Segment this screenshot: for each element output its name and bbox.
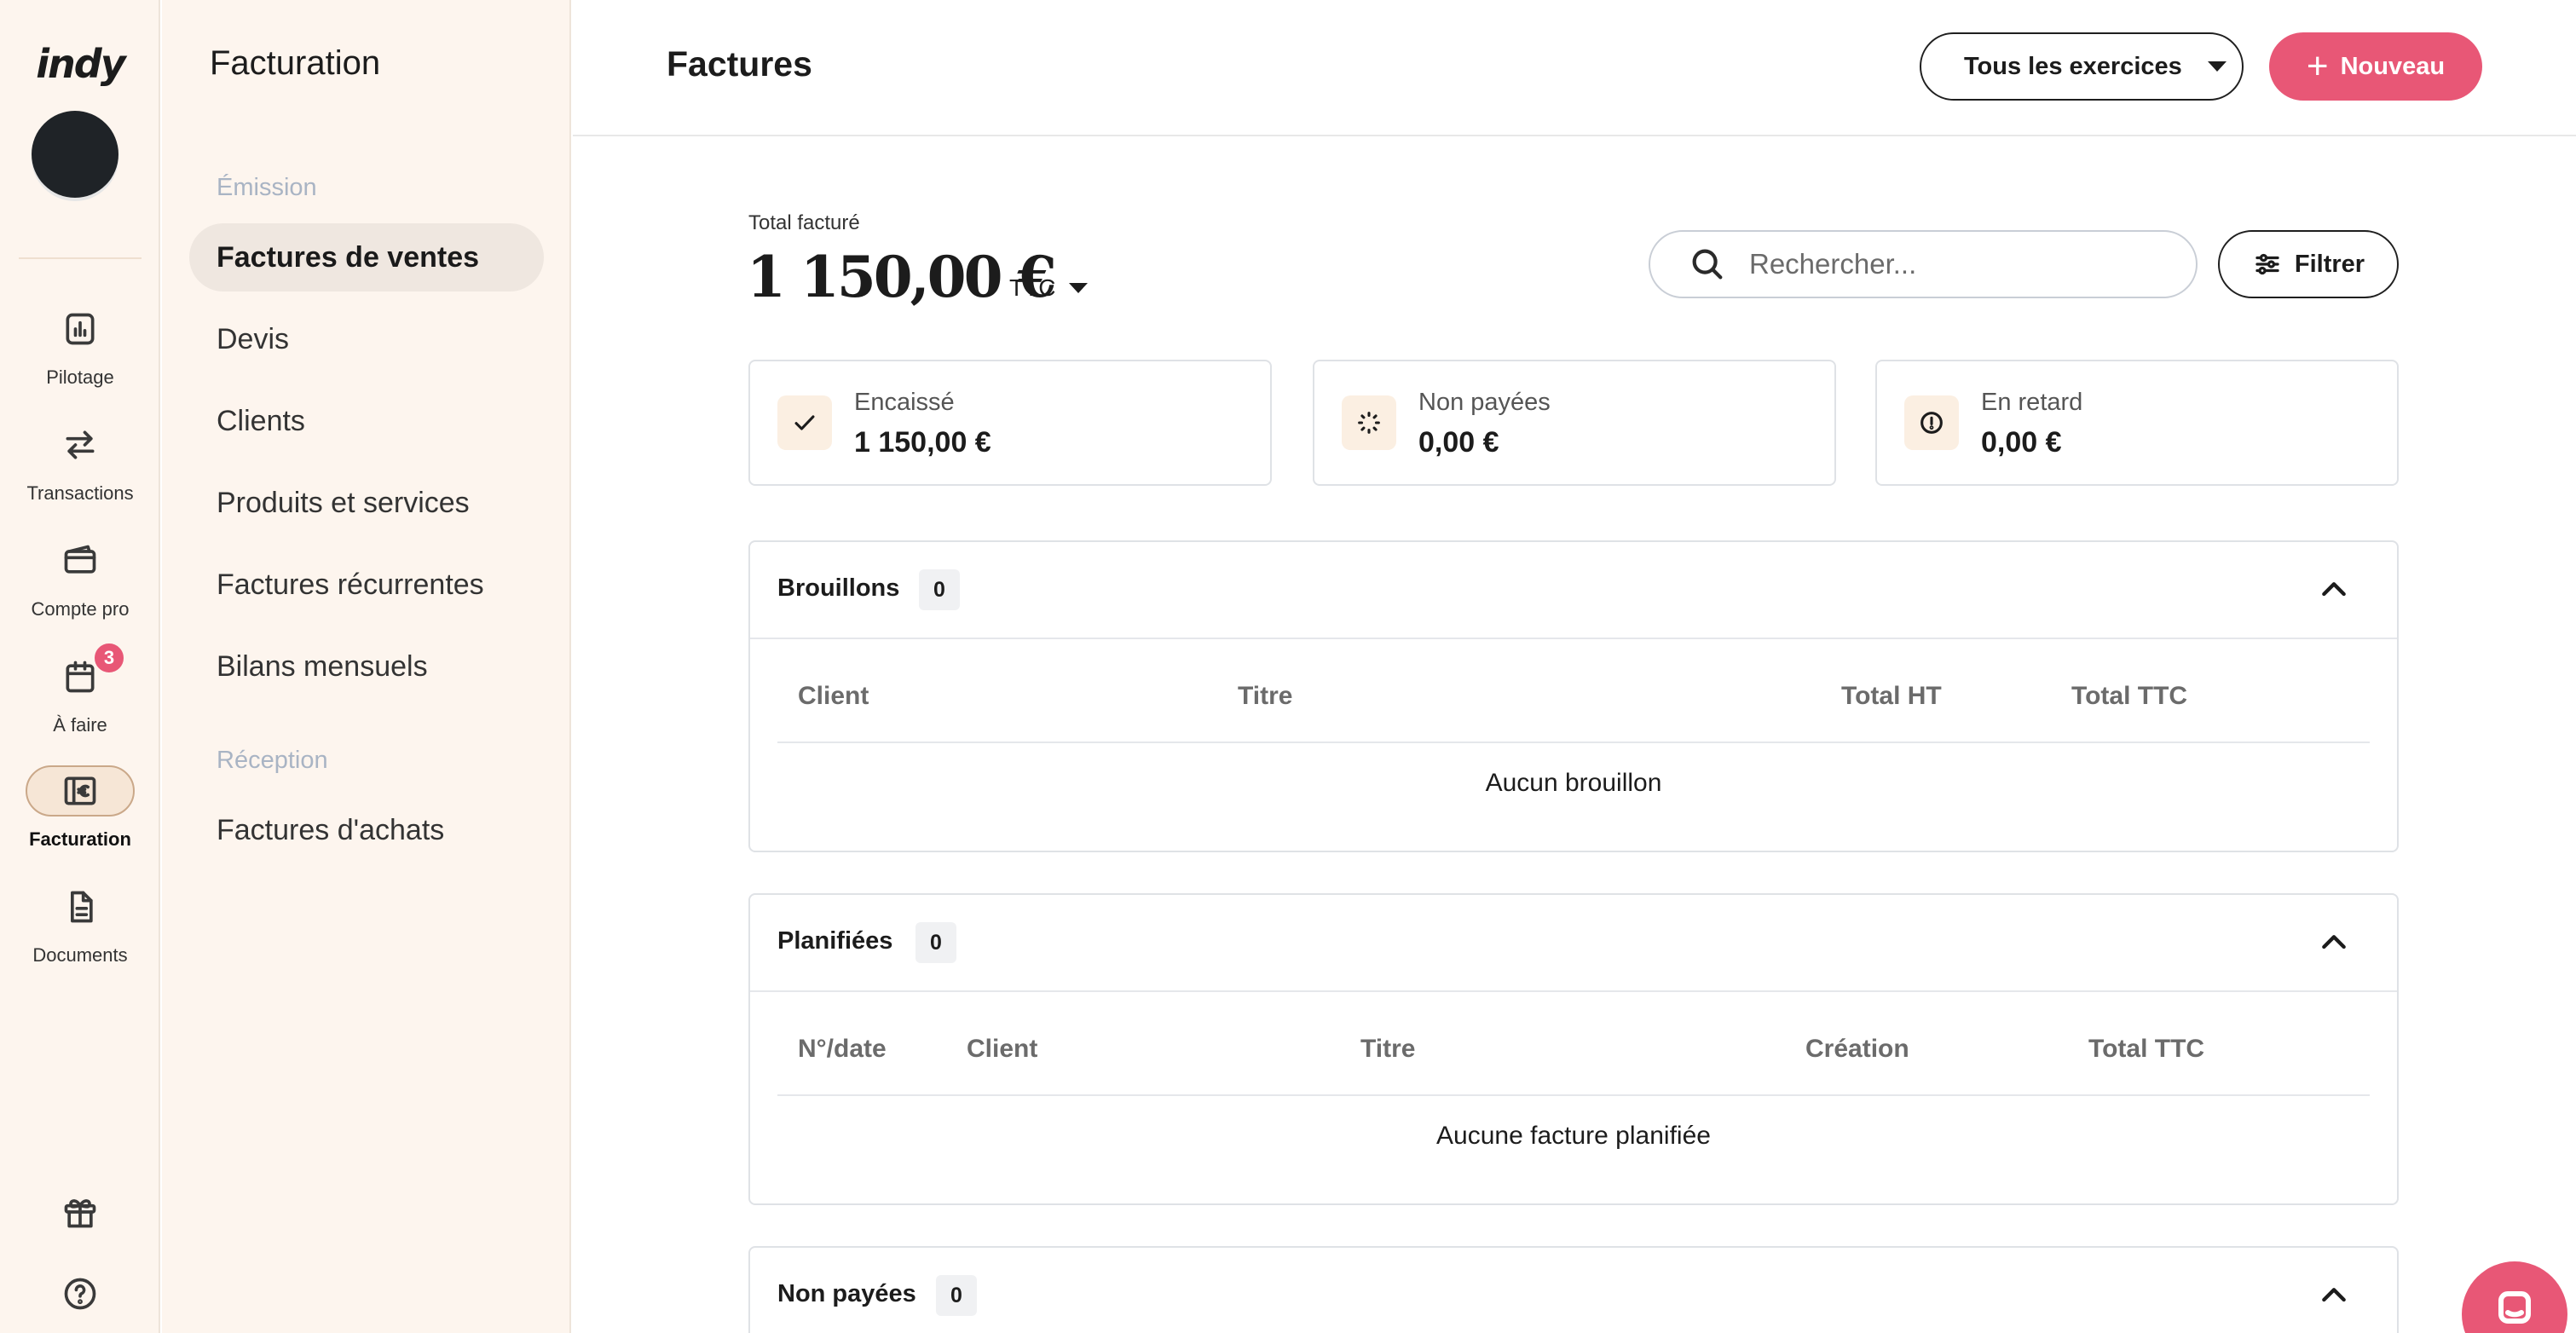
subnav-item-factures-recurrentes[interactable]: Factures récurrentes — [189, 551, 544, 619]
todo-badge: 3 — [92, 641, 126, 675]
nav-label: Transactions — [26, 482, 134, 504]
chart-icon — [26, 303, 135, 355]
topbar: Factures Tous les exercices + Nouveau — [573, 0, 2576, 136]
count-badge: 0 — [936, 1275, 977, 1316]
avatar[interactable] — [32, 111, 118, 198]
column-header[interactable]: Titre — [1360, 1035, 1415, 1064]
plus-icon: + — [2306, 45, 2329, 87]
invoice-euro-icon — [26, 765, 135, 817]
count-badge: 0 — [919, 569, 960, 610]
chat-icon — [2498, 1291, 2531, 1324]
column-header[interactable]: Client — [798, 682, 869, 711]
count-badge: 0 — [915, 922, 956, 963]
subnav-item-devis[interactable]: Devis — [189, 305, 544, 373]
calendar-icon: 3 — [26, 641, 135, 702]
stat-card-en-retard[interactable]: En retard 0,00 € — [1875, 360, 2399, 486]
tax-mode-select[interactable]: TTC — [1009, 274, 1089, 302]
subnav-item-produits-et-services[interactable]: Produits et services — [189, 469, 544, 537]
subnav-item-factures-de-ventes[interactable]: Factures de ventes — [189, 223, 544, 291]
section-planifiees: Planifiées 0 N°/date Client Titre Créati… — [748, 893, 2399, 1205]
section-title: Planifiées — [777, 927, 893, 955]
total-amount: 1 150,00 € — [747, 244, 1056, 310]
table-header: Client Titre Total HT Total TTC — [777, 639, 2370, 743]
subnav-item-bilans-mensuels[interactable]: Bilans mensuels — [189, 632, 544, 701]
section-label-reception: Réception — [217, 747, 328, 774]
nav-label: À faire — [53, 714, 107, 736]
total-label: Total facturé — [748, 211, 860, 234]
search-input[interactable] — [1749, 248, 2175, 280]
section-non-payees: Non payées 0 — [748, 1246, 2399, 1333]
section-title: Non payées — [777, 1280, 916, 1307]
sliders-icon — [2255, 253, 2279, 275]
stat-value: 0,00 € — [1418, 426, 1499, 459]
stat-label: Non payées — [1418, 389, 1551, 416]
nav-label: Pilotage — [46, 366, 114, 388]
section-title: Brouillons — [777, 574, 900, 602]
column-header[interactable]: Titre — [1238, 682, 1292, 711]
column-header[interactable]: Total TTC — [2088, 1035, 2204, 1064]
column-header[interactable]: Total TTC — [2071, 682, 2187, 711]
nav-transactions[interactable]: Transactions — [0, 419, 160, 505]
section-header[interactable]: Planifiées 0 — [750, 895, 2397, 992]
nav-label: Facturation — [29, 828, 131, 850]
empty-message: Aucune facture planifiée — [1436, 1122, 1711, 1150]
exercices-label: Tous les exercices — [1964, 52, 2182, 80]
stat-card-non-payees[interactable]: Non payées 0,00 € — [1313, 360, 1836, 486]
section-header[interactable]: Non payées 0 — [750, 1248, 2397, 1333]
chevron-up-icon[interactable] — [2317, 926, 2351, 960]
filter-button[interactable]: Filtrer — [2218, 230, 2399, 298]
section-header[interactable]: Brouillons 0 — [750, 542, 2397, 639]
nav-compte-pro[interactable]: Compte pro — [0, 535, 160, 620]
new-invoice-label: Nouveau — [2340, 52, 2446, 80]
caret-down-icon — [1069, 283, 1089, 293]
help-icon[interactable] — [0, 1275, 160, 1313]
new-invoice-button[interactable]: + Nouveau — [2269, 32, 2482, 101]
check-icon — [777, 395, 832, 450]
subnav-title: Facturation — [210, 44, 381, 82]
chevron-up-icon[interactable] — [2317, 1278, 2351, 1313]
alert-circle-icon — [1904, 395, 1959, 450]
app-root: indy Pilotage Transactions Compte pro 3 — [0, 0, 2576, 1333]
section-brouillons: Brouillons 0 Client Titre Total HT Total… — [748, 540, 2399, 852]
page-title: Factures — [667, 44, 812, 84]
icon-rail: indy Pilotage Transactions Compte pro 3 — [0, 0, 160, 1333]
subnav-item-factures-achats[interactable]: Factures d'achats — [189, 796, 544, 864]
nav-label: Documents — [32, 944, 128, 966]
search-box — [1649, 230, 2198, 298]
facturation-subnav: Facturation Émission Factures de ventes … — [162, 0, 571, 1333]
column-header[interactable]: Création — [1805, 1035, 1909, 1064]
column-header[interactable]: Client — [967, 1035, 1037, 1064]
column-header[interactable]: N°/date — [798, 1035, 887, 1064]
exercices-dropdown[interactable]: Tous les exercices — [1920, 32, 2244, 101]
main-content: Factures Tous les exercices + Nouveau To… — [573, 0, 2576, 1333]
nav-a-faire[interactable]: 3 À faire — [0, 641, 160, 736]
table-header: N°/date Client Titre Création Total TTC — [777, 992, 2370, 1096]
nav-facturation[interactable]: Facturation — [0, 765, 160, 851]
empty-message: Aucun brouillon — [1485, 769, 1662, 797]
search-icon — [1692, 249, 1723, 280]
indy-logo[interactable]: indy — [0, 41, 160, 87]
tax-mode-value: TTC — [1009, 274, 1056, 301]
transfer-arrows-icon — [26, 419, 135, 470]
filter-label: Filtrer — [2294, 250, 2365, 278]
stat-label: En retard — [1981, 389, 2083, 416]
caret-down-icon — [2207, 61, 2227, 72]
stat-value: 0,00 € — [1981, 426, 2062, 459]
nav-label: Compte pro — [31, 598, 130, 620]
nav-documents[interactable]: Documents — [0, 881, 160, 967]
spinner-icon — [1342, 395, 1396, 450]
card-icon — [26, 535, 135, 586]
stat-card-encaisse[interactable]: Encaissé 1 150,00 € — [748, 360, 1272, 486]
rail-divider — [19, 257, 142, 259]
column-header[interactable]: Total HT — [1841, 682, 1942, 711]
section-label-emission: Émission — [217, 174, 317, 201]
stat-value: 1 150,00 € — [854, 426, 991, 459]
chevron-up-icon[interactable] — [2317, 573, 2351, 607]
nav-pilotage[interactable]: Pilotage — [0, 303, 160, 389]
document-icon — [26, 881, 135, 932]
subnav-item-clients[interactable]: Clients — [189, 387, 544, 455]
gift-icon[interactable] — [0, 1193, 160, 1231]
stat-label: Encaissé — [854, 389, 955, 416]
